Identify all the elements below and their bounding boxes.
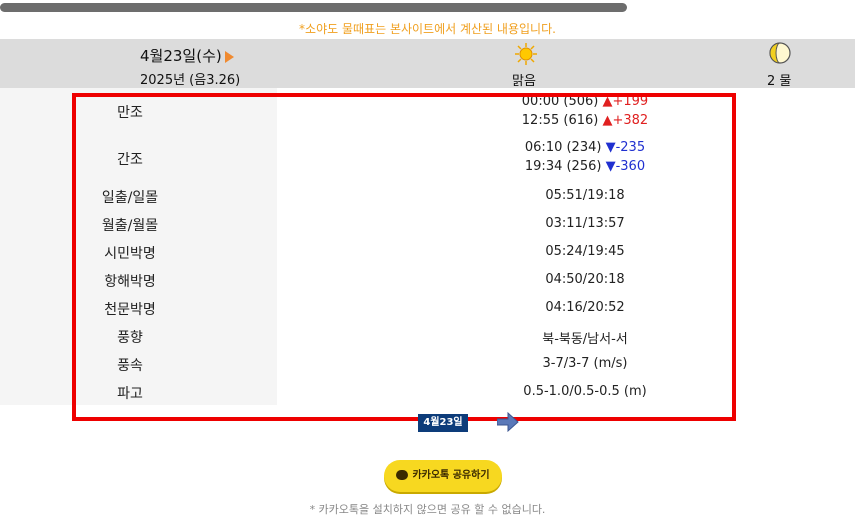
row-label-wind-speed: 풍속	[117, 358, 143, 374]
tide-label: 2 물	[767, 74, 792, 89]
row-label-moonrise-moonset: 월출/월몰	[101, 218, 159, 234]
lunar-date: 2025년 (음3.26)	[140, 73, 241, 88]
up-arrow-icon: ▲	[602, 113, 613, 128]
row-label-high-tide: 만조	[117, 105, 143, 121]
row-label-sunrise-sunset: 일출/일몰	[101, 190, 159, 206]
low-tide-line-1: 06:10 (234) ▼-235	[524, 140, 646, 155]
next-arrow-icon[interactable]	[497, 412, 519, 432]
row-label-wind-direction: 풍향	[117, 330, 143, 346]
wind-speed-value: 3-7/3-7 (m/s)	[542, 356, 628, 371]
notice-text: *소야도 물때표는 본사이트에서 계산된 내용입니다.	[299, 22, 556, 36]
down-arrow-icon: ▼	[605, 159, 616, 174]
date-title: 4월23일(수)	[140, 45, 234, 66]
astronomical-twilight-value: 04:16/20:52	[545, 300, 625, 315]
speech-bubble-icon	[396, 470, 409, 480]
tide-table: 만조 00:00 (506) ▲+199 12:55 (616) ▲+382 간…	[0, 88, 855, 405]
up-arrow-icon: ▲	[602, 94, 613, 109]
row-label-low-tide: 간조	[117, 152, 143, 168]
high-tide-line-1: 00:00 (506) ▲+199	[521, 94, 649, 109]
date-label: 4월23일(수)	[140, 47, 222, 65]
kakao-footnote: * 카카오톡을 설치하지 않으면 공유 할 수 없습니다.	[309, 503, 546, 516]
row-label-astronomical-twilight: 천문박명	[104, 302, 156, 318]
row-label-nautical-twilight: 항해박명	[104, 274, 156, 290]
sun-icon	[515, 43, 537, 65]
sunrise-sunset-value: 05:51/19:18	[545, 188, 625, 203]
date-button[interactable]: 4월23일	[418, 414, 468, 432]
half-moon-icon	[769, 42, 791, 64]
down-arrow-icon: ▼	[605, 140, 616, 155]
row-label-civil-twilight: 시민박명	[104, 246, 156, 262]
weather-label: 맑음	[512, 74, 536, 89]
wind-direction-value: 북-북동/남서-서	[542, 332, 628, 347]
moonrise-moonset-value: 03:11/13:57	[545, 216, 625, 231]
kakao-share-button[interactable]: 카카오톡 공유하기	[384, 460, 502, 492]
high-tide-line-2: 12:55 (616) ▲+382	[521, 113, 649, 128]
row-label-wave-height: 파고	[117, 386, 143, 402]
nautical-twilight-value: 04:50/20:18	[545, 272, 625, 287]
low-tide-line-2: 19:34 (256) ▼-360	[524, 159, 646, 174]
kakao-share-label: 카카오톡 공유하기	[412, 470, 490, 481]
civil-twilight-value: 05:24/19:45	[545, 244, 625, 259]
play-arrow-icon[interactable]	[224, 50, 234, 63]
wave-height-value: 0.5-1.0/0.5-0.5 (m)	[523, 384, 647, 399]
date-header: 4월23일(수) 2025년 (음3.26) 맑음 2 물	[0, 39, 855, 89]
horizontal-scrollbar[interactable]	[0, 3, 627, 12]
